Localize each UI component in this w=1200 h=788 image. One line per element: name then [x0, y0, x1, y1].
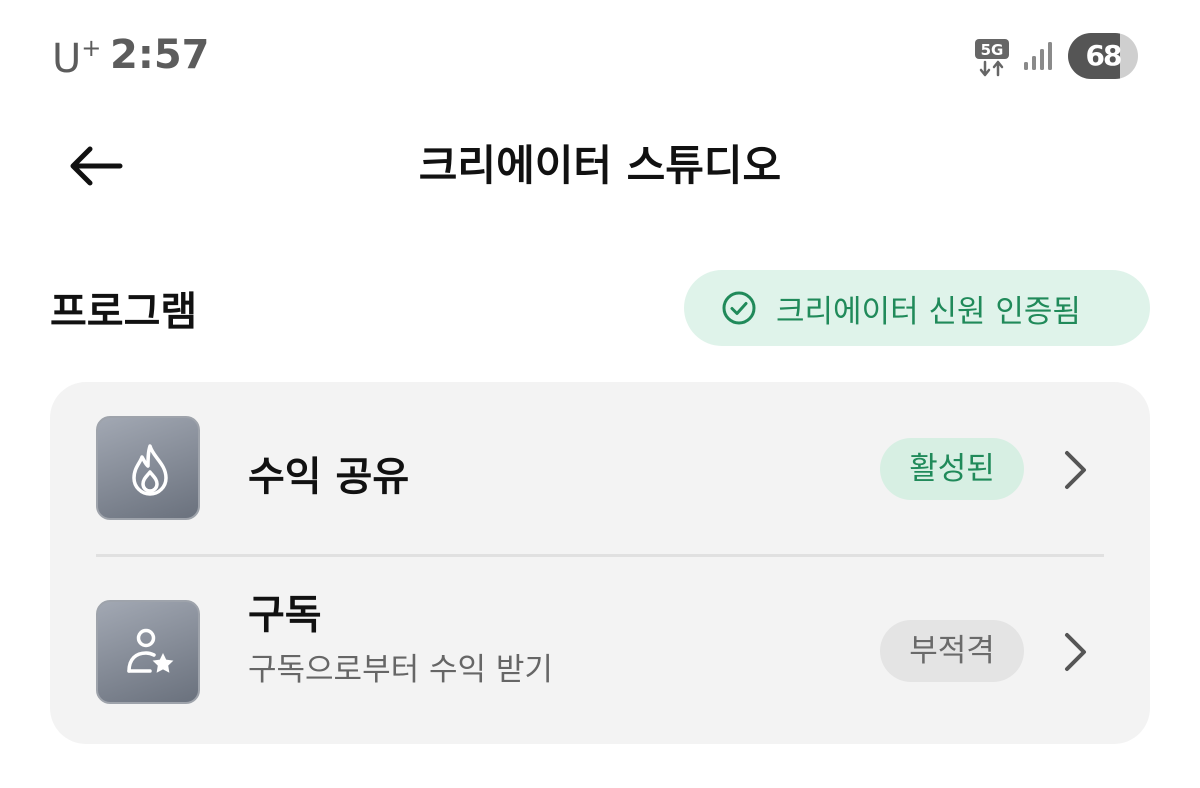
- divider: [96, 554, 1104, 557]
- subscription-app-icon: [96, 600, 200, 704]
- status-bar: U+ 2:57 5G 68: [0, 0, 1200, 110]
- revenue-share-app-icon: [96, 416, 200, 520]
- carrier-label: U+: [52, 34, 102, 82]
- status-badge: 부적격: [880, 620, 1024, 682]
- signal-strength-icon: [1024, 42, 1052, 70]
- battery-icon: 68: [1068, 33, 1138, 79]
- arrow-left-icon: [70, 146, 123, 186]
- chevron-right-icon: [1065, 451, 1086, 489]
- program-row-subscription[interactable]: 구독 구독으로부터 수익 받기 부적격: [50, 558, 1150, 744]
- program-row-revenue-share[interactable]: 수익 공유 활성된: [50, 382, 1150, 554]
- status-time: 2:57: [110, 32, 210, 78]
- program-title: 수익 공유: [248, 454, 410, 500]
- section-title: 프로그램: [50, 289, 198, 335]
- program-title: 구독: [248, 592, 322, 638]
- verified-badge-label: 크리에이터 신원 인증됨: [776, 293, 1081, 330]
- chevron-right-icon: [1065, 633, 1086, 671]
- page-title: 크리에이터 스튜디오: [418, 141, 782, 190]
- 5g-network-icon: 5G: [975, 39, 1009, 77]
- check-circle-icon: [722, 291, 756, 325]
- flame-icon: [132, 444, 168, 496]
- verified-badge: 크리에이터 신원 인증됨: [684, 270, 1150, 346]
- svg-text:5G: 5G: [981, 41, 1004, 59]
- status-badge: 활성된: [880, 438, 1024, 500]
- program-list-card: 수익 공유 활성된 구독 구독으로부터 수익 받기 부적격: [50, 382, 1150, 744]
- program-subtitle: 구독으로부터 수익 받기: [248, 652, 553, 688]
- back-button[interactable]: [62, 136, 132, 196]
- person-star-icon: [127, 628, 174, 673]
